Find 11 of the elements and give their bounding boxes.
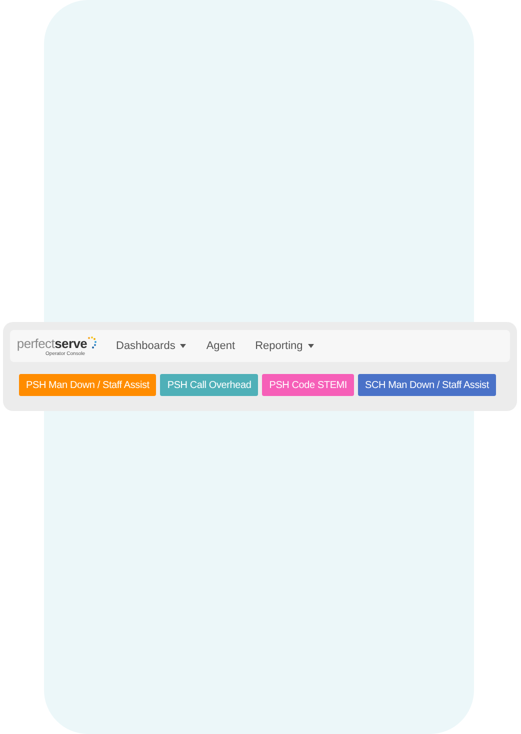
alert-button[interactable]: SCH Man Down / Staff Assist	[358, 374, 496, 396]
caret-icon	[180, 344, 186, 348]
alert-button[interactable]: PSH Man Down / Staff Assist	[19, 374, 156, 396]
alert-button[interactable]: PSH Call Overhead	[160, 374, 258, 396]
nav-link[interactable]: Dashboards	[106, 340, 196, 352]
dots-icon	[87, 336, 98, 350]
logo-wordmark: perfectserve	[16, 336, 88, 350]
caret-icon	[308, 344, 314, 348]
nav-link[interactable]: Reporting	[245, 340, 324, 352]
alert-button[interactable]: PSH Code STEMI	[262, 374, 354, 396]
nav-link[interactable]: Agent	[196, 340, 246, 352]
